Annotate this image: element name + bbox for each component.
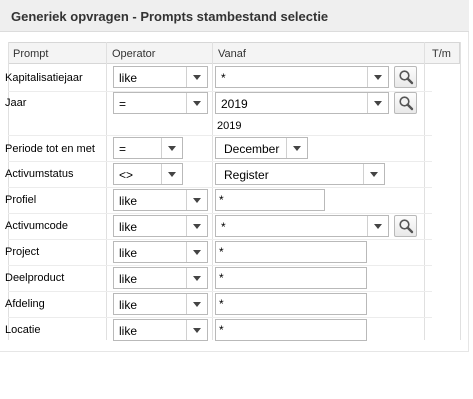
prompt-row xyxy=(8,240,460,266)
column-header-operator-label: Operator xyxy=(112,48,156,60)
column-header-tm-label: T/m xyxy=(432,48,451,60)
prompt-row xyxy=(8,214,460,240)
column-header-vanaf-label: Vanaf xyxy=(218,48,246,60)
grid-right-border xyxy=(460,42,461,340)
panel-header: Generiek opvragen - Prompts stambestand … xyxy=(0,0,469,32)
column-header-tm: T/m xyxy=(424,42,460,64)
prompt-row xyxy=(8,136,460,162)
column-header-prompt-label: Prompt xyxy=(13,48,49,60)
prompt-row xyxy=(8,64,460,92)
vanaf-input-locatie[interactable]: * xyxy=(215,319,367,341)
operator-value: like xyxy=(119,324,138,338)
prompts-panel: Generiek opvragen - Prompts stambestand … xyxy=(0,0,469,352)
prompt-row xyxy=(8,92,460,136)
chevron-down-icon xyxy=(193,328,201,333)
vanaf-value: * xyxy=(219,323,224,337)
prompt-label-locatie: Locatie xyxy=(5,324,41,336)
prompt-row xyxy=(8,292,460,318)
dropdown-button[interactable] xyxy=(186,320,207,340)
prompt-row xyxy=(8,162,460,188)
column-header-vanaf: Vanaf xyxy=(212,42,424,64)
column-header-prompt: Prompt xyxy=(8,42,106,64)
prompt-row xyxy=(8,188,460,214)
operator-select-locatie[interactable]: like xyxy=(113,319,208,341)
prompt-row xyxy=(8,266,460,292)
panel-title: Generiek opvragen - Prompts stambestand … xyxy=(11,9,329,24)
column-header-operator: Operator xyxy=(106,42,212,64)
